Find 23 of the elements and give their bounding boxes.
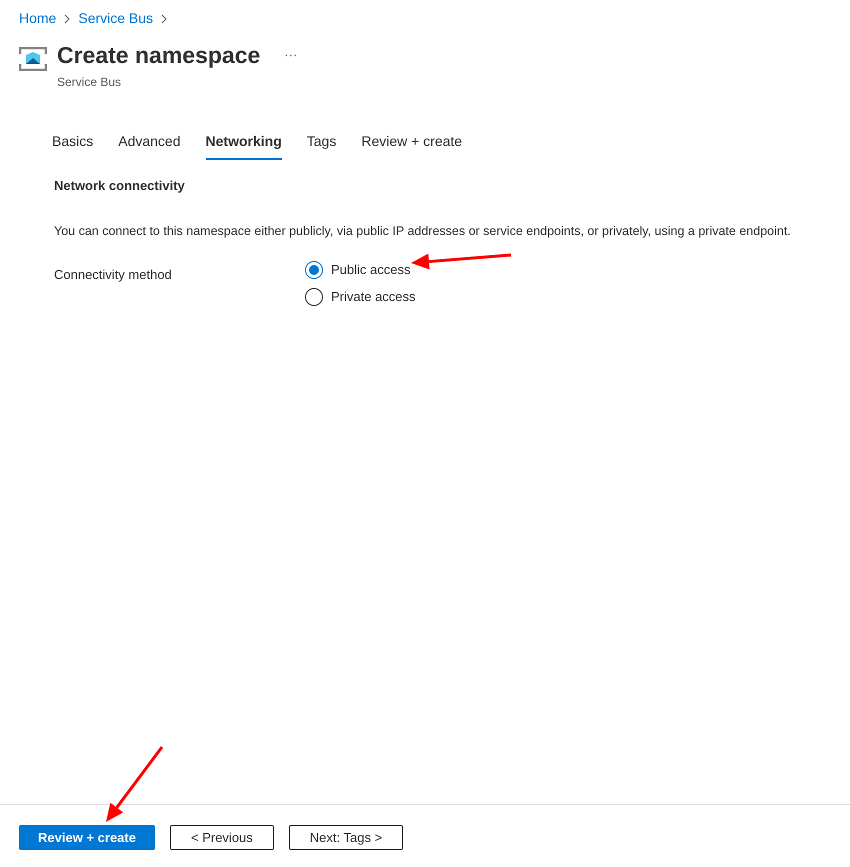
tab[interactable]: Advanced [118, 131, 181, 160]
service-bus-icon [19, 47, 47, 71]
page-title: Create namespace [57, 41, 260, 69]
chevron-right-icon [64, 14, 70, 24]
chevron-right-icon [161, 14, 168, 24]
tab[interactable]: Networking [206, 131, 282, 160]
secondary-button[interactable]: Next: Tags > [288, 825, 404, 850]
section-heading: Network connectivity [54, 177, 186, 195]
radio-option[interactable]: Public access [305, 260, 416, 280]
radio-option[interactable]: Private access [305, 286, 416, 306]
primary-button[interactable]: Review + create [19, 825, 155, 850]
field-label: Connectivity method [54, 266, 173, 284]
radio-button[interactable] [305, 288, 323, 306]
more-button[interactable]: ··· [284, 45, 298, 65]
section-description: You can connect to this namespace either publicly, via public IP addresses or service endpoints, or privately, using a private endpoint. [54, 222, 792, 240]
breadcrumb-link[interactable]: Home [19, 8, 56, 29]
tab[interactable]: Review + create [361, 131, 462, 160]
tab[interactable]: Tags [306, 131, 336, 160]
page-subtitle: Service Bus [57, 74, 122, 91]
secondary-button[interactable]: < Previous [170, 825, 274, 850]
tab[interactable]: Basics [52, 131, 94, 160]
breadcrumb-link[interactable]: Service Bus [78, 8, 154, 29]
radio-button[interactable] [305, 261, 323, 279]
